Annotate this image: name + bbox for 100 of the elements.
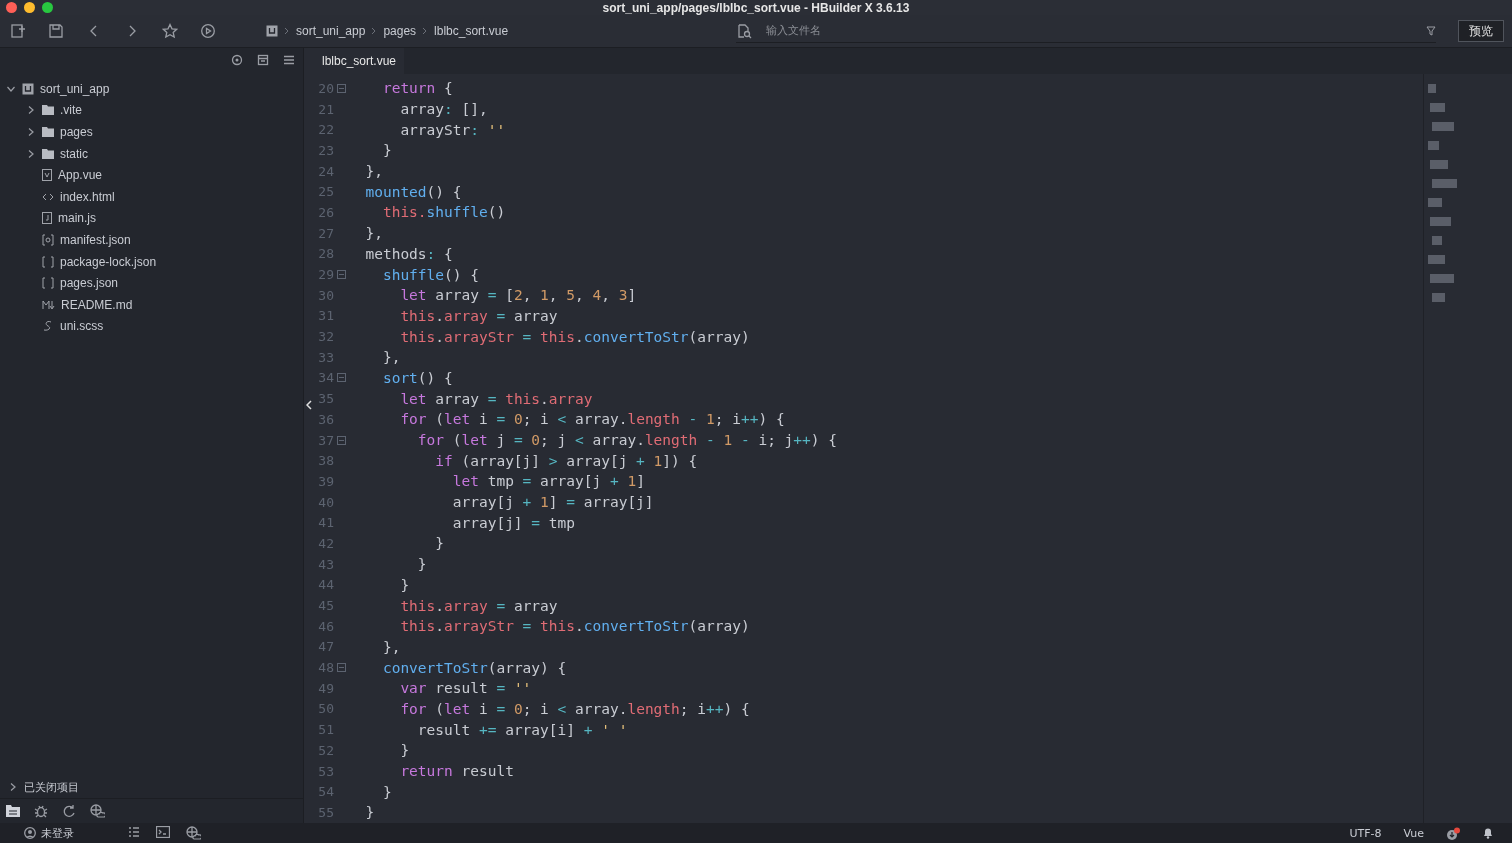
- preview-button[interactable]: 预览: [1458, 20, 1504, 42]
- file-icon: [42, 169, 52, 182]
- line-number: 45: [317, 598, 334, 614]
- chevron-icon[interactable]: [26, 127, 36, 137]
- code-line: }: [434, 535, 445, 552]
- cloud-globe-icon[interactable]: [186, 826, 201, 840]
- new-file-icon[interactable]: [10, 23, 26, 39]
- line-number: 49: [317, 680, 334, 696]
- encoding-label[interactable]: UTF-8: [1349, 826, 1382, 840]
- filter-icon[interactable]: [1426, 25, 1436, 36]
- code-line: result += array[i] + ' ': [416, 721, 628, 738]
- markdown-icon: [42, 299, 55, 310]
- tree-item[interactable]: package-lock.json: [60, 254, 157, 269]
- tree-item[interactable]: .vite: [60, 103, 82, 118]
- search-input[interactable]: 输入文件名: [764, 19, 1368, 42]
- update-icon[interactable]: [1446, 826, 1460, 840]
- line-number: 48: [317, 660, 334, 676]
- chevron-icon[interactable]: [26, 148, 36, 159]
- breadcrumb-item[interactable]: lblbc_sort.vue: [434, 24, 509, 38]
- tree-item[interactable]: main.js: [58, 211, 96, 226]
- minimize-button[interactable]: [24, 2, 35, 13]
- close-button[interactable]: [6, 2, 17, 13]
- line-number: 34: [317, 370, 334, 386]
- list-icon[interactable]: [128, 826, 140, 838]
- line-number: 39: [317, 473, 334, 489]
- line-number: 22: [317, 122, 334, 138]
- line-number: 47: [317, 639, 334, 655]
- language-label[interactable]: Vue: [1403, 826, 1424, 840]
- tree-item[interactable]: uni.scss: [60, 319, 104, 334]
- line-number: 50: [317, 701, 334, 717]
- tree-item[interactable]: index.html: [60, 189, 115, 204]
- login-status[interactable]: 未登录: [41, 825, 74, 841]
- code-line: },: [364, 163, 383, 180]
- star-icon[interactable]: [162, 23, 178, 39]
- line-number: 42: [317, 535, 334, 551]
- locate-icon[interactable]: [231, 54, 243, 66]
- bell-icon[interactable]: [1482, 827, 1494, 839]
- code-line: }: [399, 742, 410, 759]
- line-number: 25: [317, 184, 334, 200]
- code-line: for (let i = 0; i < array.length; i++) {: [399, 700, 750, 717]
- chevron-icon: [422, 27, 429, 35]
- code-line: }: [364, 804, 375, 821]
- code-line: }: [381, 142, 392, 159]
- tree-item[interactable]: manifest.json: [60, 232, 131, 247]
- search-icon: [736, 22, 752, 39]
- code-line: },: [364, 225, 383, 242]
- code-line: array[j] = tmp: [451, 514, 575, 531]
- zoom-button[interactable]: [42, 2, 53, 13]
- line-number: 23: [317, 142, 334, 158]
- refresh-icon[interactable]: [62, 804, 76, 818]
- code-line: let tmp = array[j + 1]: [451, 473, 645, 490]
- code-line: return result: [399, 763, 514, 780]
- code-line: this.arrayStr = this.convertToStr(array): [399, 328, 750, 345]
- line-number: 30: [317, 287, 334, 303]
- chevron-icon: [371, 27, 378, 35]
- line-number: 21: [317, 101, 334, 117]
- run-icon[interactable]: [200, 23, 216, 39]
- tree-item[interactable]: sort_uni_app: [40, 81, 110, 96]
- menu-icon[interactable]: [283, 54, 295, 66]
- line-number: 32: [317, 329, 334, 345]
- line-number: 29: [317, 267, 334, 283]
- tree-item[interactable]: static: [60, 146, 88, 161]
- settings-icon: [42, 233, 54, 246]
- project-icon: [266, 25, 278, 37]
- chevron-icon[interactable]: [8, 782, 18, 792]
- line-number: 35: [317, 391, 334, 407]
- line-number: 27: [317, 225, 334, 241]
- tree-item[interactable]: App.vue: [58, 168, 103, 183]
- chevron-icon[interactable]: [26, 105, 36, 116]
- save-icon[interactable]: [48, 23, 64, 39]
- folder-icon: [42, 105, 54, 116]
- code-line: this.array = array: [399, 307, 558, 324]
- breadcrumb-item[interactable]: pages: [383, 24, 417, 38]
- style-icon: [42, 320, 54, 333]
- project-manager-icon[interactable]: [6, 805, 20, 817]
- code-line: return {: [381, 80, 453, 97]
- closed-projects-label[interactable]: 已关闭项目: [24, 779, 79, 795]
- breadcrumb-item[interactable]: sort_uni_app: [296, 24, 366, 38]
- user-icon[interactable]: [24, 827, 36, 839]
- editor-tab[interactable]: lblbc_sort.vue: [304, 48, 404, 74]
- code-line: array: [],: [399, 101, 488, 118]
- terminal-icon[interactable]: [156, 826, 170, 838]
- line-number: 43: [317, 556, 334, 572]
- code-line: this.array = array: [399, 597, 558, 614]
- tree-item[interactable]: pages.json: [60, 276, 119, 291]
- bug-icon[interactable]: [34, 804, 48, 818]
- code-line: let array = [2, 1, 5, 4, 3]: [399, 287, 637, 304]
- window-title: sort_uni_app/pages/lblbc_sort.vue - HBuilder X 3.6.13: [602, 0, 910, 15]
- code-line: shuffle() {: [381, 266, 479, 283]
- collapse-handle-icon[interactable]: [306, 400, 312, 410]
- line-number: 55: [317, 804, 334, 820]
- line-number: 44: [317, 577, 334, 593]
- tree-item[interactable]: README.md: [61, 297, 133, 312]
- collapse-icon[interactable]: [257, 54, 269, 66]
- project-icon: [22, 82, 34, 95]
- code-line: }: [399, 576, 410, 593]
- brackets-icon: [42, 277, 54, 290]
- line-number: 24: [317, 163, 334, 179]
- tree-item[interactable]: pages: [60, 125, 93, 139]
- cloud-globe-icon[interactable]: [90, 804, 105, 818]
